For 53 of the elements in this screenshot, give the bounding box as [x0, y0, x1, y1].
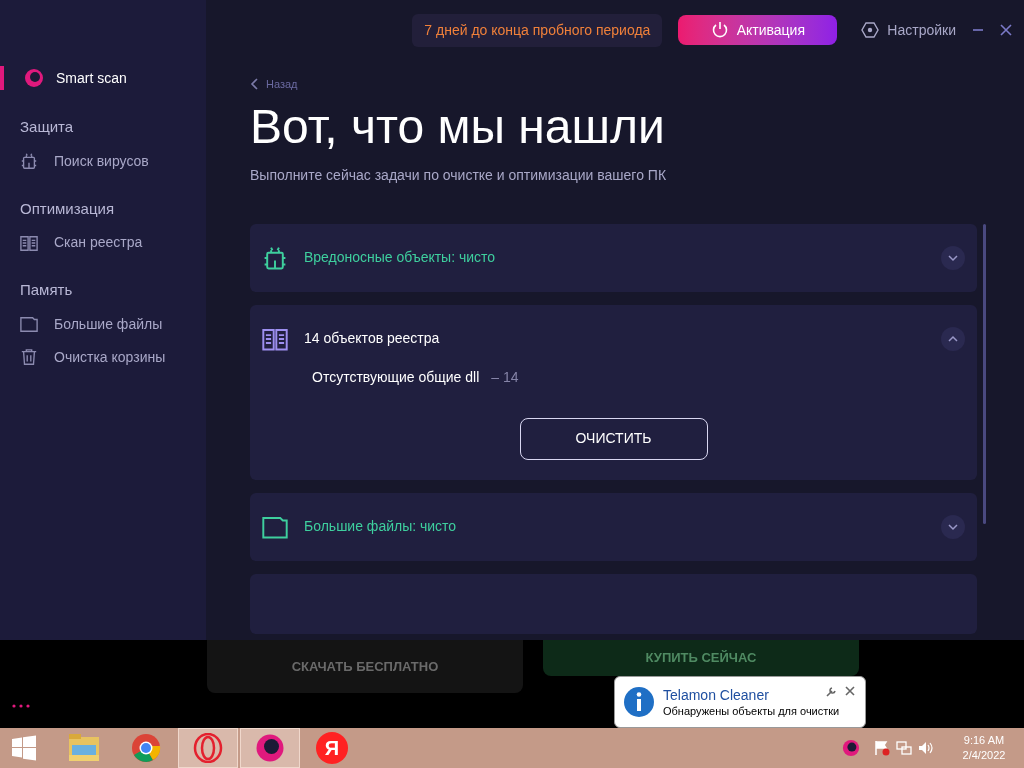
taskbar-app[interactable] [240, 728, 300, 768]
sidebar-item[interactable]: Скан реестра [20, 232, 206, 253]
detail-count: – 14 [491, 367, 519, 387]
volume-icon[interactable] [918, 740, 934, 756]
result-title: Вредоносные объекты: чисто [304, 248, 497, 267]
dimmed-button[interactable]: КУПИТЬ СЕЙЧАС [543, 640, 859, 676]
more-icon[interactable] [12, 704, 30, 708]
folder-icon [20, 315, 38, 333]
browser-icon: Я [316, 732, 348, 764]
section-header: Оптимизация [20, 198, 116, 219]
section-header: Защита [20, 117, 75, 137]
result-title: Большие файлы: чисто [304, 517, 458, 536]
back-link[interactable]: Назад [250, 76, 298, 93]
sidebar-item[interactable]: Поиск вирусов [20, 150, 206, 172]
settings-icon [861, 21, 880, 39]
taskbar-app[interactable]: Я [302, 728, 362, 768]
close-icon[interactable] [1000, 24, 1012, 36]
expand-button[interactable] [941, 245, 965, 270]
ring-icon [193, 733, 223, 763]
folder-icon [68, 733, 100, 763]
tray-logo-icon [842, 739, 860, 757]
bug-icon [20, 152, 38, 170]
bug-icon [262, 244, 288, 271]
book-icon [20, 233, 38, 252]
flag-icon[interactable] [874, 740, 890, 756]
sidebar-item[interactable]: Очистка корзины [20, 346, 206, 368]
page-subtitle: Выполните сейчас задачи по очистке и оптимизации вашего ПК [250, 165, 668, 185]
back-icon [250, 78, 258, 91]
trash-icon [20, 348, 38, 366]
sidebar-item[interactable]: Большие файлы [20, 313, 206, 335]
detail-label: Отсутствующие общие dll [312, 367, 480, 387]
browser-icon [131, 733, 161, 763]
section-header: Память [20, 280, 74, 300]
settings-button[interactable]: Настройки [861, 19, 956, 41]
notification-title: Telamon Cleaner [663, 685, 769, 704]
collapse-button[interactable] [941, 326, 965, 351]
expand-button[interactable] [941, 514, 965, 539]
notification-message: Обнаружены объекты для очистки [663, 703, 840, 719]
clean-button[interactable]: ОЧИСТИТЬ [519, 417, 708, 460]
logo-icon [24, 68, 44, 88]
trial-banner: 7 дней до конца пробного периода [412, 13, 663, 47]
page-heading: Вот, что мы нашли [250, 98, 665, 155]
network-icon[interactable] [896, 740, 912, 756]
info-icon [623, 686, 655, 718]
power-icon [710, 21, 729, 39]
app-logo-icon [255, 733, 285, 763]
notification-toast[interactable]: Telamon Cleaner Обнаружены объекты для очистки [614, 676, 866, 728]
start-icon[interactable] [11, 735, 37, 761]
wrench-icon[interactable] [826, 686, 837, 697]
close-icon[interactable] [845, 686, 855, 696]
sidebar-item[interactable]: Smart scan [0, 66, 206, 90]
activate-button[interactable]: Активация [678, 15, 838, 45]
result-title: 14 объектов реестра [304, 329, 441, 348]
